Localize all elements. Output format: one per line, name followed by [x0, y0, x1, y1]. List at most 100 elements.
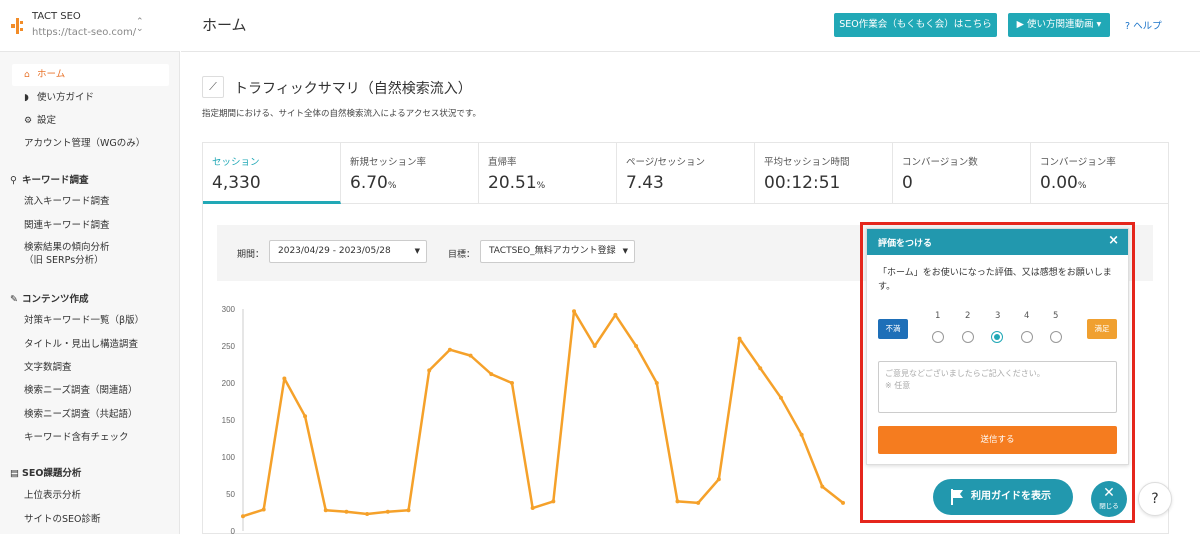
metric-new-session-rate[interactable]: 新規セッション率 6.70% [341, 143, 479, 204]
data-point[interactable] [530, 506, 535, 511]
data-point[interactable] [406, 508, 411, 513]
caret-down-icon: ▼ [414, 247, 420, 255]
data-point[interactable] [427, 368, 432, 373]
rating-radio-5[interactable] [1050, 331, 1062, 343]
data-point[interactable] [841, 500, 845, 505]
metric-sessions[interactable]: セッション 4,330 [203, 143, 341, 204]
sidebar-item-serp-analysis[interactable]: 検索結果の傾向分析 （旧 SERPs分析） [12, 238, 169, 268]
data-point[interactable] [613, 312, 618, 317]
rating-radio-2[interactable] [962, 331, 974, 343]
data-point[interactable] [592, 344, 597, 348]
sidebar-item-settings[interactable]: ⚙ 設定 [12, 110, 169, 132]
data-point[interactable] [737, 336, 742, 341]
sidebar-item-label: タイトル・見出し構造調査 [24, 339, 139, 350]
help-link[interactable]: ? ヘルプ [1125, 18, 1162, 32]
play-circle-icon: ▶ [1016, 19, 1024, 30]
rating-radio-4[interactable] [1021, 331, 1033, 343]
metric-tabs: セッション 4,330 新規セッション率 6.70% 直帰率 20.51% ページ/セ… [202, 142, 1169, 204]
close-icon[interactable]: × [1108, 233, 1119, 249]
sidebar-item-needs-related[interactable]: 検索ニーズ調査（関連語） [12, 380, 169, 402]
data-point[interactable] [778, 395, 783, 400]
close-fab-button[interactable]: ✕ 閉じる [1091, 481, 1127, 517]
sidebar-item-account[interactable]: アカウント管理（WGのみ） [12, 133, 169, 155]
sidebar-item-keyword-check[interactable]: キーワード含有チェック [12, 427, 169, 449]
site-switcher[interactable]: TACT SEO https://tact-seo.com/ ⌃ ⌄ [0, 0, 180, 52]
rating-radio-1[interactable] [932, 331, 944, 343]
data-point[interactable] [551, 499, 556, 504]
sidebar-item-inflow-keyword[interactable]: 流入キーワード調査 [12, 191, 169, 213]
close-icon: ✕ [1103, 485, 1115, 501]
pencil-icon: ✎ [10, 294, 18, 305]
data-point[interactable] [696, 500, 701, 505]
metric-pages-per-session[interactable]: ページ/セッション 7.43 [617, 143, 755, 204]
help-fab-button[interactable]: ? [1138, 482, 1172, 516]
tutorial-video-button[interactable]: ▶ 使い方関連動画 ▾ [1008, 13, 1110, 37]
period-label: 期間： [237, 250, 265, 260]
y-tick-label: 250 [222, 342, 236, 351]
data-point[interactable] [468, 353, 473, 358]
data-point[interactable] [344, 509, 349, 514]
flag-icon [951, 489, 963, 505]
data-point[interactable] [261, 507, 266, 512]
data-point[interactable] [385, 509, 390, 514]
sidebar-item-label: 関連キーワード調査 [24, 220, 110, 231]
goal-select[interactable]: TACTSEO_無料アカウント登録 ▼ [480, 240, 635, 263]
data-point[interactable] [323, 508, 328, 513]
sidebar-item-label: 使い方ガイド [37, 92, 95, 103]
data-point[interactable] [654, 381, 659, 385]
metric-unit: % [536, 181, 546, 191]
data-point[interactable] [365, 511, 370, 516]
data-point[interactable] [820, 484, 825, 489]
sidebar-item-home[interactable]: ⌂ ホーム [12, 64, 169, 86]
metric-bounce-rate[interactable]: 直帰率 20.51% [479, 143, 617, 204]
line-chart-icon: ⟋ [202, 76, 224, 98]
period-select[interactable]: 2023/04/29 - 2023/05/28 ▼ [269, 240, 427, 263]
metric-conversion-rate[interactable]: コンバージョン率 0.00% [1031, 143, 1168, 204]
data-point[interactable] [282, 376, 287, 381]
metric-value: 20.51 [488, 173, 537, 193]
data-point[interactable] [241, 514, 245, 519]
metric-conversions[interactable]: コンバージョン数 0 [893, 143, 1031, 204]
metric-avg-session-time[interactable]: 平均セッション時間 00:12:51 [755, 143, 893, 204]
data-point[interactable] [758, 366, 763, 371]
sidebar-item-label: 設定 [37, 115, 57, 126]
metric-unit: % [387, 181, 397, 191]
data-point[interactable] [509, 381, 514, 385]
rating-radio-3[interactable] [991, 331, 1003, 343]
help-label: ヘルプ [1133, 21, 1162, 32]
sidebar-item-target-keywords[interactable]: 対策キーワード一覧（β版） [12, 310, 169, 332]
data-point[interactable] [634, 344, 639, 348]
sessions-line-chart: 0 50 100 150 200 250 300 [222, 305, 845, 534]
satisfied-badge: 満足 [1087, 319, 1117, 339]
sidebar-item-label: キーワード含有チェック [24, 432, 129, 443]
sidebar-item-ranking-analysis[interactable]: 上位表示分析 [12, 485, 169, 507]
goal-label: 目標： [448, 250, 476, 260]
sidebar-item-char-count[interactable]: 文字数調査 [12, 357, 169, 379]
sidebar-item-related-keyword[interactable]: 関連キーワード調査 [12, 215, 169, 237]
page-title: ホーム [202, 16, 247, 34]
caret-down-icon: ▾ [1096, 19, 1102, 30]
data-point[interactable] [489, 372, 494, 377]
chevron-updown-icon[interactable]: ⌃ ⌄ [136, 18, 144, 34]
data-point[interactable] [799, 432, 804, 437]
show-guide-button[interactable]: 利用ガイドを表示 [933, 479, 1073, 515]
sidebar-item-needs-cooccur[interactable]: 検索ニーズ調査（共起語） [12, 404, 169, 426]
y-tick-label: 50 [226, 490, 235, 499]
data-point[interactable] [716, 477, 721, 482]
seo-meeting-button[interactable]: SEO作業会（もくもく会）はこちら [834, 13, 997, 37]
sidebar-item-site-diagnosis[interactable]: サイトのSEO診断 [12, 509, 169, 531]
metric-label: セッション [212, 157, 260, 168]
metric-value: 7.43 [626, 173, 664, 193]
data-point[interactable] [675, 499, 680, 504]
feedback-textarea[interactable]: ご意見などございましたらご記入ください。 ※ 任意 [878, 361, 1117, 413]
sidebar-section-content: ✎ コンテンツ作成 [10, 291, 89, 305]
metric-unit: % [1077, 181, 1087, 191]
placeholder-line: ※ 任意 [885, 381, 911, 390]
submit-button[interactable]: 送信する [878, 426, 1117, 454]
data-point[interactable] [447, 347, 452, 352]
sidebar-item-guide[interactable]: ◗ 使い方ガイド [12, 87, 169, 109]
sidebar-item-title-structure[interactable]: タイトル・見出し構造調査 [12, 334, 169, 356]
section-description: 指定期間における、サイト全体の自然検索流入によるアクセス状況です。 [202, 109, 481, 119]
data-point[interactable] [303, 414, 308, 419]
data-point[interactable] [572, 309, 577, 314]
